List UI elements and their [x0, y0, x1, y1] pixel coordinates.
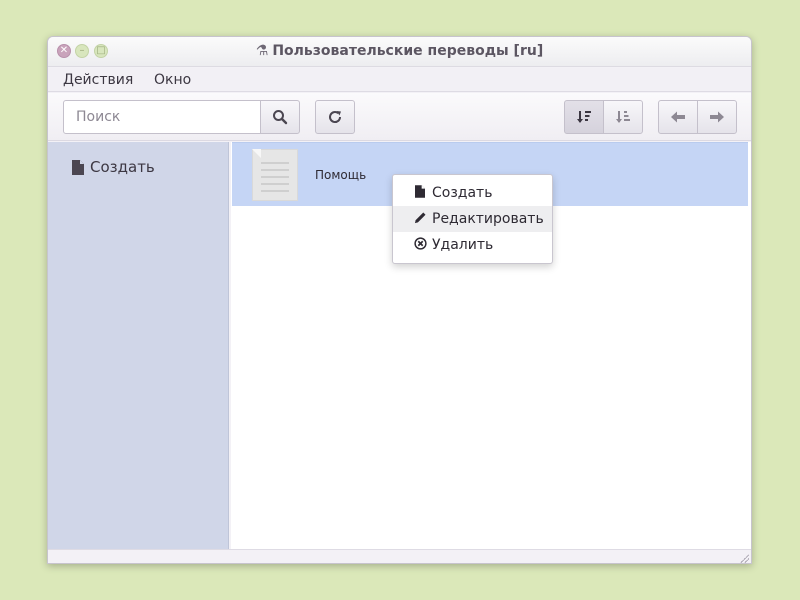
toolbar	[48, 93, 751, 141]
file-icon	[413, 184, 427, 202]
search-button[interactable]	[260, 100, 300, 134]
context-menu-delete[interactable]: Удалить	[393, 232, 552, 258]
sidebar: Создать	[48, 142, 229, 549]
arrow-left-icon	[671, 111, 685, 123]
forward-button[interactable]	[697, 100, 737, 134]
list-item-label: Помощь	[315, 168, 367, 182]
document-icon	[252, 149, 298, 201]
back-button[interactable]	[658, 100, 698, 134]
context-menu-label: Редактировать	[432, 211, 544, 227]
delete-circle-icon	[413, 236, 427, 254]
window-title: ⚗ Пользовательские переводы [ru]	[255, 43, 544, 59]
menu-actions[interactable]: Действия	[63, 72, 133, 88]
context-menu-create[interactable]: Создать	[393, 180, 552, 206]
sidebar-item-label: Создать	[90, 158, 155, 176]
flask-icon: ⚗	[255, 43, 269, 59]
sidebar-item-create[interactable]: Создать	[72, 158, 155, 176]
sort-descending-icon	[577, 111, 591, 123]
pencil-icon	[413, 211, 427, 228]
search-icon	[273, 110, 288, 125]
menu-bar: Действия Окно	[48, 68, 751, 92]
app-window: ✕ – □ ⚗ Пользовательские переводы [ru] Де…	[47, 36, 752, 564]
search-input[interactable]	[63, 100, 261, 134]
sort-ascending-button[interactable]	[603, 100, 643, 134]
arrow-right-icon	[710, 111, 724, 123]
sort-ascending-icon	[616, 111, 630, 123]
context-menu-label: Удалить	[432, 237, 494, 253]
resize-grip-icon[interactable]	[739, 553, 749, 563]
context-menu: Создать Редактировать Удалить	[392, 174, 553, 264]
file-icon	[72, 159, 84, 175]
menu-window[interactable]: Окно	[154, 72, 191, 88]
title-bar[interactable]: ✕ – □ ⚗ Пользовательские переводы [ru]	[48, 37, 751, 67]
sort-descending-button[interactable]	[564, 100, 604, 134]
context-menu-label: Создать	[432, 185, 493, 201]
context-menu-edit[interactable]: Редактировать	[393, 206, 552, 232]
refresh-button[interactable]	[315, 100, 355, 134]
refresh-icon	[329, 111, 342, 123]
status-bar	[48, 549, 751, 563]
